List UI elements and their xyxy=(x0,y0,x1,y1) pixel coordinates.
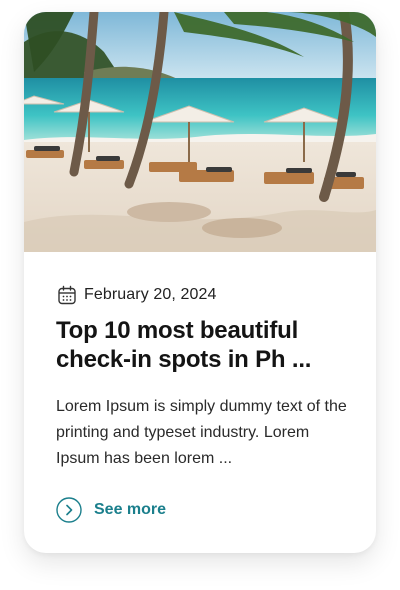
article-card[interactable]: February 20, 2024 Top 10 most beautiful … xyxy=(24,12,376,553)
see-more-label[interactable]: See more xyxy=(94,501,166,519)
article-title[interactable]: Top 10 most beautiful check-in spots in … xyxy=(56,316,356,374)
date-row: February 20, 2024 xyxy=(56,284,356,306)
post-date: February 20, 2024 xyxy=(84,286,217,303)
chevron-right-circle-icon[interactable] xyxy=(56,497,82,523)
article-excerpt: Lorem Ipsum is simply dummy text of the … xyxy=(56,398,347,467)
calendar-icon xyxy=(58,285,76,305)
see-more-link[interactable]: See more xyxy=(56,497,196,523)
card-body: February 20, 2024 Top 10 most beautiful … xyxy=(56,284,356,523)
article-thumbnail[interactable] xyxy=(24,12,376,252)
